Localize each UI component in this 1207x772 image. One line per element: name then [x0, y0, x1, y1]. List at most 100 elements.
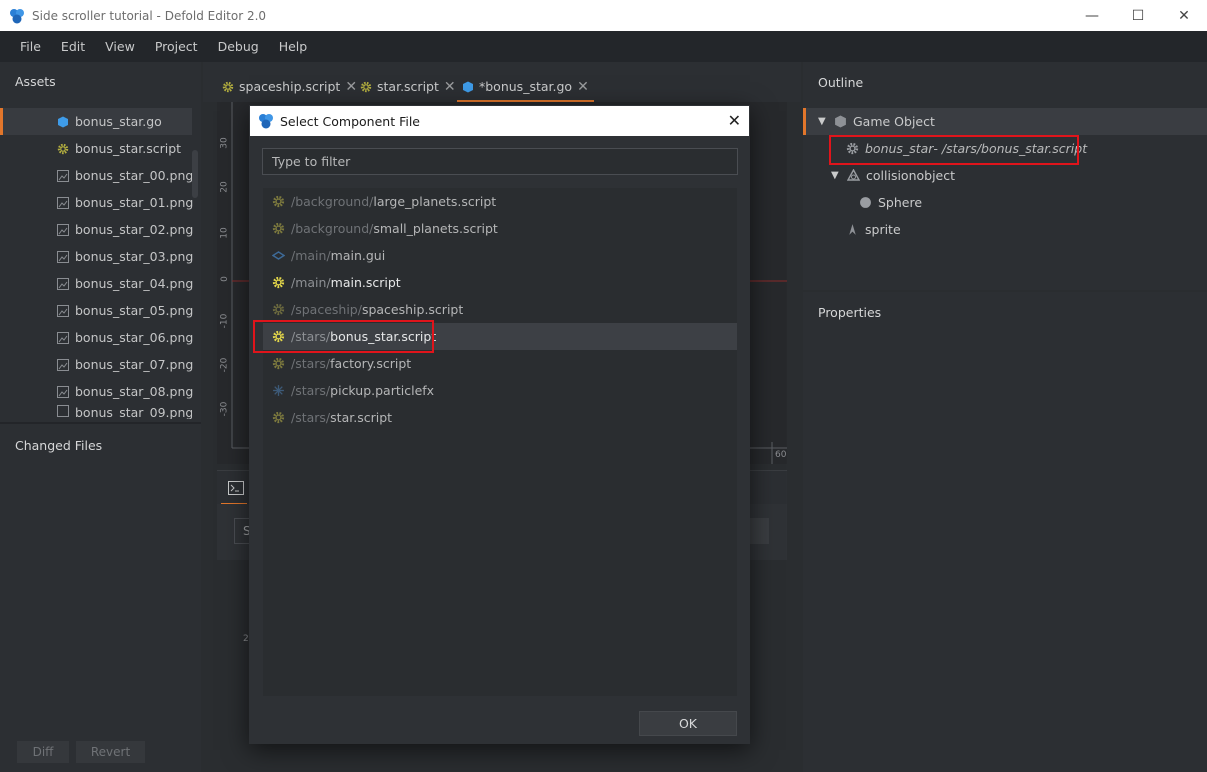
highlight-box — [253, 320, 434, 353]
caret-down-icon[interactable]: ▼ — [818, 116, 828, 127]
y-tick-label: 10 — [219, 227, 230, 239]
select-component-dialog: Select Component File ✕ Type to filter /… — [249, 105, 750, 744]
assets-scrollbar[interactable] — [192, 150, 198, 198]
asset-item[interactable]: bonus_star_05.png — [0, 297, 193, 324]
y-tick-label: -20 — [219, 357, 230, 373]
close-icon[interactable]: ✕ — [728, 111, 741, 130]
tab-bonus-star-go[interactable]: *bonus_star.go ✕ — [457, 71, 594, 102]
window-titlebar: Side scroller tutorial - Defold Editor 2… — [0, 0, 1207, 31]
y-tick-label: 0 — [219, 276, 230, 282]
x-tick-label: 60 — [775, 450, 787, 460]
list-item[interactable]: /stars/pickup.particlefx — [263, 377, 737, 404]
asset-item[interactable]: bonus_star_09.png — [0, 405, 192, 419]
asset-item[interactable]: bonus_star_06.png — [0, 324, 193, 351]
properties-panel: Properties — [803, 292, 1207, 772]
terminal-icon[interactable] — [228, 481, 244, 495]
diff-button[interactable]: Diff — [17, 741, 69, 763]
asset-item[interactable]: bonus_star_03.png — [0, 243, 193, 270]
gear-icon — [272, 276, 285, 289]
asset-item[interactable]: bonus_star_07.png — [0, 351, 193, 378]
filter-input[interactable]: Type to filter — [262, 148, 738, 175]
y-tick-label: -10 — [219, 313, 230, 329]
list-item[interactable]: /main/main.script — [263, 269, 737, 296]
minimize-button[interactable]: — — [1069, 0, 1115, 31]
assets-panel: Assets bonus_star.go bonus_star.script b… — [0, 62, 201, 422]
cube-icon — [463, 81, 473, 92]
changed-files-panel: Changed Files Diff Revert — [0, 422, 201, 772]
image-icon — [57, 385, 69, 398]
image-icon — [57, 223, 69, 236]
y-tick-label: 30 — [219, 137, 230, 149]
outline-item-sprite[interactable]: sprite — [803, 216, 1207, 243]
gear-icon — [272, 222, 285, 235]
y-tick-label: -30 — [219, 401, 230, 417]
tab-star-script[interactable]: star.script ✕ — [360, 71, 456, 102]
gear-icon — [57, 143, 69, 154]
menu-file[interactable]: File — [10, 39, 51, 54]
asset-item[interactable]: bonus_star.script — [0, 135, 192, 162]
changed-files-header: Changed Files — [15, 437, 103, 453]
asset-item[interactable]: bonus_star_04.png — [0, 270, 193, 297]
properties-header: Properties — [818, 304, 882, 320]
tab-spaceship-script[interactable]: spaceship.script ✕ — [222, 71, 357, 102]
asset-item[interactable]: bonus_star_08.png — [0, 378, 193, 405]
asset-list: bonus_star.go bonus_star.script bonus_st… — [0, 108, 193, 419]
image-icon — [57, 250, 69, 263]
caret-down-icon[interactable]: ▼ — [831, 170, 841, 181]
sprite-icon — [849, 224, 856, 235]
outline-header: Outline — [818, 74, 864, 90]
window-title: Side scroller tutorial - Defold Editor 2… — [32, 8, 267, 23]
collision-icon — [847, 169, 860, 181]
menu-bar: File Edit View Project Debug Help — [0, 31, 1207, 62]
dialog-titlebar: Select Component File ✕ — [250, 106, 749, 136]
image-icon — [57, 196, 69, 209]
close-window-button[interactable]: ✕ — [1161, 0, 1207, 31]
ok-button[interactable]: OK — [639, 711, 737, 736]
menu-view[interactable]: View — [95, 39, 145, 54]
cube-icon — [835, 115, 846, 128]
editor-tabs: spaceship.script ✕ star.script ✕ *bonus_… — [203, 62, 801, 102]
gear-icon — [272, 357, 285, 370]
image-icon — [57, 304, 69, 317]
gear-icon — [272, 411, 285, 424]
menu-project[interactable]: Project — [145, 39, 208, 54]
asset-item[interactable]: bonus_star_00.png — [0, 162, 193, 189]
image-icon — [57, 169, 69, 182]
y-tick-label: 20 — [219, 181, 230, 193]
gear-icon — [222, 81, 234, 92]
sphere-icon — [860, 197, 871, 208]
asset-item[interactable]: bonus_star_02.png — [0, 216, 193, 243]
gear-icon — [360, 81, 372, 92]
list-item[interactable]: /background/small_planets.script — [263, 215, 737, 242]
file-list: /background/large_planets.script /backgr… — [263, 188, 737, 696]
highlight-box — [829, 135, 1079, 165]
gui-icon — [272, 251, 285, 260]
outline-item-sphere[interactable]: Sphere — [803, 189, 1207, 216]
image-icon — [57, 358, 69, 371]
close-tab-icon[interactable]: ✕ — [444, 79, 456, 95]
revert-button[interactable]: Revert — [76, 741, 145, 763]
image-icon — [57, 405, 69, 417]
list-item[interactable]: /stars/factory.script — [263, 350, 737, 377]
outline-item-game-object[interactable]: ▼ Game Object — [803, 108, 1207, 135]
gear-icon — [272, 195, 285, 208]
list-item[interactable]: /main/main.gui — [263, 242, 737, 269]
list-item[interactable]: /spaceship/spaceship.script — [263, 296, 737, 323]
menu-help[interactable]: Help — [269, 39, 318, 54]
asset-item[interactable]: bonus_star.go — [0, 108, 192, 135]
outline-item-collisionobject[interactable]: ▼ collisionobject — [803, 162, 1207, 189]
particle-icon — [273, 385, 284, 396]
menu-edit[interactable]: Edit — [51, 39, 95, 54]
list-item[interactable]: /background/large_planets.script — [263, 188, 737, 215]
maximize-button[interactable]: ☐ — [1115, 0, 1161, 31]
list-item[interactable]: /stars/star.script — [263, 404, 737, 431]
close-tab-icon[interactable]: ✕ — [345, 79, 357, 95]
menu-debug[interactable]: Debug — [208, 39, 269, 54]
asset-item[interactable]: bonus_star_01.png — [0, 189, 193, 216]
assets-header: Assets — [15, 73, 56, 89]
cube-icon — [58, 116, 68, 127]
defold-logo-icon — [10, 8, 24, 23]
image-icon — [57, 277, 69, 290]
console-line-number: 2 — [243, 634, 249, 644]
close-tab-icon[interactable]: ✕ — [577, 79, 589, 95]
